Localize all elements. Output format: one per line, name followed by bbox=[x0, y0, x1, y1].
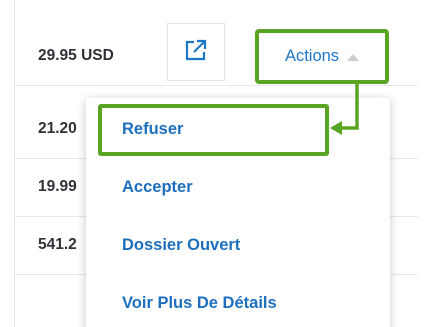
menu-item-accepter[interactable]: Accepter bbox=[122, 177, 193, 197]
caret-up-icon bbox=[347, 54, 360, 61]
actions-button[interactable]: Actions bbox=[255, 29, 389, 84]
refuser-highlight-box bbox=[98, 104, 329, 156]
amount-cell: 19.99 bbox=[38, 178, 77, 195]
amount-cell: 21.20 bbox=[38, 120, 77, 137]
amount-cell: 29.95 USD bbox=[38, 47, 114, 64]
open-external-button[interactable] bbox=[167, 23, 225, 81]
external-link-icon bbox=[183, 37, 209, 68]
amount-cell: 541.2 bbox=[38, 236, 77, 253]
menu-item-dossier-ouvert[interactable]: Dossier Ouvert bbox=[122, 235, 240, 255]
actions-label: Actions bbox=[284, 47, 340, 65]
menu-item-voir-plus-de-details[interactable]: Voir Plus De Détails bbox=[122, 293, 277, 313]
